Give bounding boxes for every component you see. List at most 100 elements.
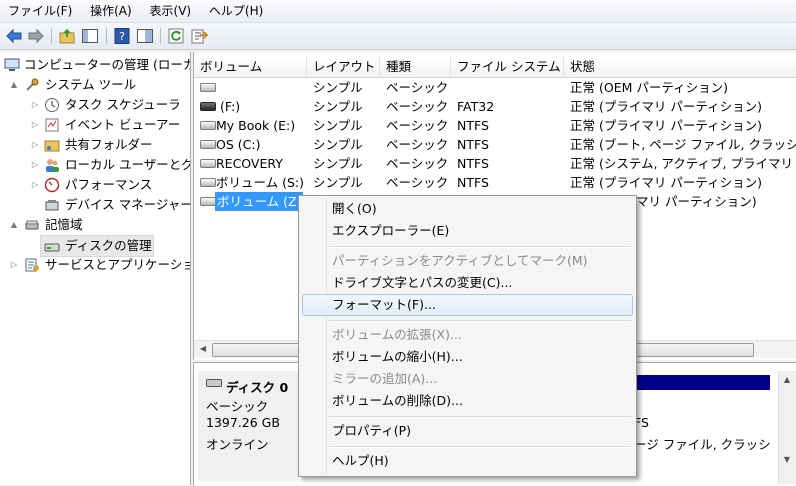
volume-row[interactable]: My Book (E:) シンプル ベーシック NTFS 正常 (プライマリ パ… [194,116,796,135]
tree-item-label: コンピューターの管理 (ローカ [24,57,191,72]
help-icon[interactable]: ? [113,27,131,45]
volume-filesystem: NTFS [457,156,489,171]
volume-layout: シンプル [313,99,363,114]
expand-arrow-icon[interactable]: ▷ [9,260,19,270]
export-icon[interactable] [190,27,208,45]
computer-management-icon [4,58,20,71]
drive-icon [200,178,216,187]
menu-item-label: ボリュームの縮小(H)... [332,349,463,364]
menu-item-label: プロパティ(P) [332,423,412,438]
tree-item-event-viewer[interactable]: ▷ イベント ビューアー [0,115,190,135]
tree-item-shared-folders[interactable]: ▷ 共有フォルダー [0,135,190,155]
tree-item-label: サービスとアプリケーショ [45,257,191,272]
column-header-type[interactable]: 種類 [380,56,451,77]
volume-row[interactable]: ボリューム (S:) シンプル ベーシック NTFS 正常 (プライマリ パーテ… [194,173,796,192]
vertical-scrollbar[interactable]: ▲ ▼ [778,371,796,484]
disk-type: ベーシック [206,399,269,414]
volume-row[interactable]: OS (C:) シンプル ベーシック NTFS 正常 (ブート, ページ ファイ… [194,135,796,154]
volume-layout: シンプル [313,156,363,171]
tree-item-disk-management[interactable]: ディスクの管理 [40,235,154,257]
menu-item-label: エクスプローラー(E) [332,223,450,238]
expand-arrow-icon[interactable]: ▷ [30,180,40,190]
partition-status: ージ ファイル, クラッシ [634,437,771,452]
menu-separator [329,320,631,322]
menu-item-label: ヘルプ(H) [332,453,389,468]
tree-item-performance[interactable]: ▷ パフォーマンス [0,175,190,195]
menu-item-label: ボリュームの削除(D)... [332,393,463,408]
disk-management-icon [44,243,60,252]
column-header-filesystem[interactable]: ファイル システム [451,56,564,77]
volume-layout: シンプル [313,175,363,190]
volume-type: ベーシック [386,80,449,95]
tree-item-label: ローカル ユーザーとグ [65,157,191,172]
event-viewer-icon [45,118,59,132]
volume-status: 正常 (プライマリ パーティション) [570,118,762,133]
users-icon [46,159,59,172]
volume-row[interactable]: シンプル ベーシック 正常 (OEM パーティション) [194,78,796,97]
tree-item-system-tools[interactable]: ▲ システム ツール [0,75,190,95]
menu-item-change-drive-letter[interactable]: ドライブ文字とパスの変更(C)... [302,272,633,294]
toolbar-separator [106,28,107,44]
menu-separator [329,246,631,248]
column-header-volume[interactable]: ボリューム [194,56,307,77]
collapse-arrow-icon[interactable]: ▲ [9,80,19,90]
disk-name: ディスク 0 [226,380,289,395]
menu-action[interactable]: 操作(A) [84,0,138,22]
menu-view[interactable]: 表示(V) [144,0,198,22]
device-manager-icon [45,200,59,211]
properties-panel-icon[interactable] [136,27,154,45]
up-folder-icon[interactable] [58,27,76,45]
expand-arrow-icon[interactable]: ▷ [30,120,40,130]
tree-item-label: 記憶域 [45,217,83,232]
menu-item-add-mirror: ミラーの追加(A)... [302,368,633,390]
menu-item-format[interactable]: フォーマット(F)... [302,294,633,316]
tree-item-task-scheduler[interactable]: ▷ タスク スケジューラ [0,95,190,115]
tree-item-storage[interactable]: ▲ 記憶域 [0,215,190,235]
menu-item-label: ドライブ文字とパスの変更(C)... [332,275,513,290]
volume-row[interactable]: RECOVERY シンプル ベーシック NTFS 正常 (システム, アクティブ… [194,154,796,173]
tree-item-services-apps[interactable]: ▷ サービスとアプリケーショ [0,255,190,275]
menu-item-help[interactable]: ヘルプ(H) [302,450,633,472]
volume-name: My Book (E:) [216,118,296,133]
menu-item-delete-volume[interactable]: ボリュームの削除(D)... [302,390,633,412]
volume-name: ボリューム (S:) [216,175,304,190]
column-header-status[interactable]: 状態 [564,56,796,77]
back-arrow-icon[interactable] [5,27,23,45]
menu-item-open[interactable]: 開く(O) [302,198,633,220]
volume-type: ベーシック [386,156,449,171]
collapse-arrow-icon[interactable]: ▲ [9,220,19,230]
volume-layout: シンプル [313,80,363,95]
menu-item-explore[interactable]: エクスプローラー(E) [302,220,633,242]
expand-arrow-icon[interactable]: ▷ [30,140,40,150]
tree-item-computer-management[interactable]: コンピューターの管理 (ローカ [0,55,190,75]
menu-bar: ファイル(F) 操作(A) 表示(V) ヘルプ(H) [0,0,796,23]
menu-item-shrink-volume[interactable]: ボリュームの縮小(H)... [302,346,633,368]
menu-item-label: ミラーの追加(A)... [332,371,438,386]
volume-filesystem: NTFS [457,175,489,190]
scroll-left-icon[interactable]: ◀ [196,343,210,355]
console-tree-icon[interactable] [81,27,99,45]
disk-info-panel[interactable]: ディスク 0 ベーシック 1397.26 GB オンライン [198,371,298,481]
refresh-icon[interactable] [167,27,185,45]
volume-status: 正常 (ブート, ページ ファイル, クラッシ [570,137,796,152]
tree-item-label: システム ツール [45,77,137,92]
volume-filesystem: NTFS [457,137,489,152]
tree-item-local-users[interactable]: ▷ ローカル ユーザーとグ [0,155,190,175]
volume-status: 正常 (OEM パーティション) [570,80,728,95]
tree-item-label: デバイス マネージャー [65,197,191,212]
menu-file[interactable]: ファイル(F) [2,0,78,22]
forward-arrow-icon[interactable] [27,27,45,45]
tree-item-device-manager[interactable]: デバイス マネージャー [0,195,190,215]
scroll-down-icon[interactable]: ▼ [782,455,792,464]
volume-row[interactable]: (F:) シンプル ベーシック FAT32 正常 (プライマリ パーティション) [194,97,796,116]
menu-item-label: フォーマット(F)... [332,297,436,312]
expand-arrow-icon[interactable]: ▷ [30,160,40,170]
column-header-layout[interactable]: レイアウト [307,56,380,77]
menu-item-properties[interactable]: プロパティ(P) [302,420,633,442]
storage-icon [25,220,39,230]
scroll-up-icon[interactable]: ▲ [782,375,792,384]
expand-arrow-icon[interactable]: ▷ [30,100,40,110]
menu-help[interactable]: ヘルプ(H) [203,0,269,22]
tree-item-label: タスク スケジューラ [65,97,181,112]
menu-item-label: 開く(O) [332,201,377,216]
